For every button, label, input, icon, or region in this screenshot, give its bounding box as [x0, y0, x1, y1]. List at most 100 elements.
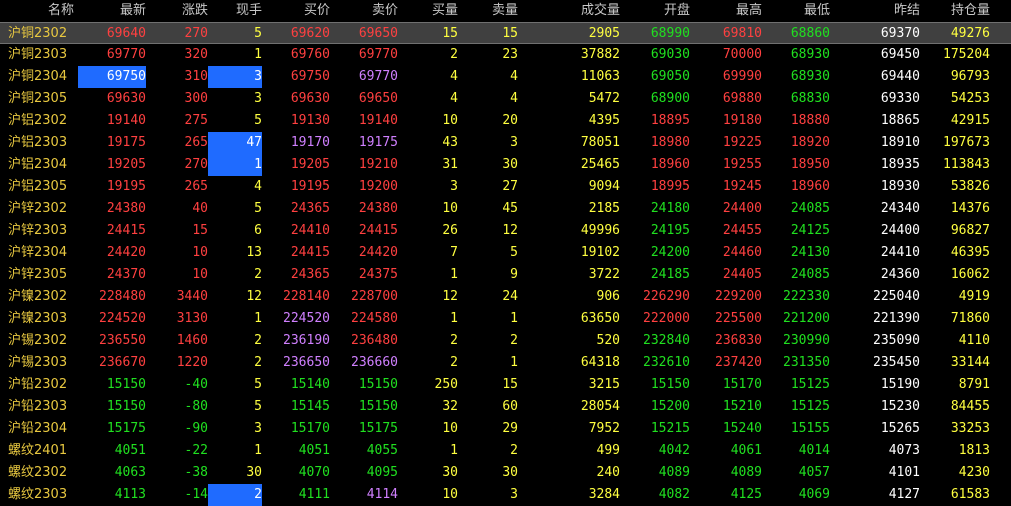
cell-bid: 236190 — [283, 333, 330, 348]
cell-lastvol: 5 — [254, 377, 262, 392]
cell-low: 15125 — [790, 377, 830, 392]
cell-presettle: 18910 — [880, 135, 920, 150]
col-header-open[interactable]: 开盘 — [620, 0, 690, 22]
cell-presettle: 15265 — [880, 421, 920, 436]
cell-low: 4014 — [798, 443, 830, 458]
col-header-last[interactable]: 最新 — [78, 0, 146, 22]
col-header-bid[interactable]: 买价 — [262, 0, 330, 22]
table-row[interactable]: 沪铜2302 69640 270 5 69620 69650 15 15 2905 68990 69… — [0, 22, 1011, 44]
cell-openinterest: 14376 — [950, 201, 990, 216]
cell-change: -90 — [184, 421, 208, 436]
cell-last: 24420 — [106, 245, 146, 260]
cell-ask: 15175 — [358, 421, 398, 436]
cell-bid: 24410 — [290, 223, 330, 238]
table-row[interactable]: 螺纹2303 4113 -14 2 4111 4114 10 3 3284 4082 4125 406… — [0, 484, 1011, 506]
table-row[interactable]: 沪锌2302 24380 40 5 24365 24380 10 45 2185 24180 244… — [0, 198, 1011, 220]
cell-high: 24460 — [722, 245, 762, 260]
col-header-presettle[interactable]: 昨结 — [830, 0, 920, 22]
quote-table: 名称 最新 涨跌 现手 买价 卖价 买量 卖量 成交量 开盘 最高 最低 昨结 … — [0, 0, 1011, 506]
col-header-low[interactable]: 最低 — [762, 0, 830, 22]
table-row[interactable]: 沪铝2305 19195 265 4 19195 19200 3 27 9094 18995 192… — [0, 176, 1011, 198]
cell-bid: 24365 — [290, 267, 330, 282]
table-row[interactable]: 沪锌2305 24370 10 2 24365 24375 1 9 3722 24185 24405… — [0, 264, 1011, 286]
table-row[interactable]: 沪铅2304 15175 -90 3 15170 15175 10 29 7952 15215 15… — [0, 418, 1011, 440]
cell-low: 68860 — [790, 26, 830, 41]
cell-bid: 236650 — [283, 355, 330, 370]
cell-askqty: 4 — [510, 69, 518, 84]
table-row[interactable]: 沪锡2302 236550 1460 2 236190 236480 2 2 520 232840… — [0, 330, 1011, 352]
table-row[interactable]: 沪锡2303 236670 1220 2 236650 236660 2 1 64318 2326… — [0, 352, 1011, 374]
table-row[interactable]: 沪铝2302 19140 275 5 19130 19140 10 20 4395 18895 19… — [0, 110, 1011, 132]
cell-presettle: 18930 — [880, 179, 920, 194]
cell-high: 24455 — [722, 223, 762, 238]
table-row[interactable]: 沪铜2305 69630 300 3 69630 69650 4 4 5472 68900 6988… — [0, 88, 1011, 110]
col-header-lastvol[interactable]: 现手 — [208, 0, 262, 22]
cell-volume: 520 — [596, 333, 620, 348]
cell-change: 1460 — [176, 333, 208, 348]
cell-name: 沪锡2303 — [8, 355, 68, 370]
table-row[interactable]: 沪镍2302 228480 3440 12 228140 228700 12 24 906 226… — [0, 286, 1011, 308]
cell-presettle: 18935 — [880, 157, 920, 172]
cell-volume: 78051 — [580, 135, 620, 150]
cell-bidqty: 1 — [450, 443, 458, 458]
cell-openinterest: 96793 — [950, 69, 990, 84]
cell-lastvol: 3 — [208, 66, 262, 88]
cell-bidqty: 2 — [450, 47, 458, 62]
cell-openinterest: 54253 — [950, 91, 990, 106]
col-header-bidqty[interactable]: 买量 — [398, 0, 458, 22]
cell-bid: 24415 — [290, 245, 330, 260]
col-header-volume[interactable]: 成交量 — [518, 0, 620, 22]
cell-bid: 19130 — [290, 113, 330, 128]
table-row[interactable]: 沪铅2303 15150 -80 5 15145 15150 32 60 28054 15200 1… — [0, 396, 1011, 418]
cell-open: 24200 — [650, 245, 690, 260]
cell-name: 沪铝2302 — [8, 113, 68, 128]
cell-askqty: 20 — [502, 113, 518, 128]
cell-high: 69880 — [722, 91, 762, 106]
cell-high: 4125 — [730, 487, 762, 502]
cell-name: 沪铝2303 — [8, 135, 68, 150]
cell-low: 230990 — [783, 333, 830, 348]
cell-ask: 15150 — [358, 399, 398, 414]
cell-lastvol: 6 — [254, 223, 262, 238]
cell-bidqty: 43 — [442, 135, 458, 150]
table-row[interactable]: 沪镍2303 224520 3130 1 224520 224580 1 1 63650 2220… — [0, 308, 1011, 330]
cell-high: 4089 — [730, 465, 762, 480]
cell-ask: 4114 — [366, 487, 398, 502]
cell-askqty: 1 — [510, 311, 518, 326]
col-header-ask[interactable]: 卖价 — [330, 0, 398, 22]
cell-lastvol: 2 — [208, 484, 262, 506]
cell-open: 226290 — [643, 289, 690, 304]
table-row[interactable]: 螺纹2302 4063 -38 30 4070 4095 30 30 240 4089 4089 40… — [0, 462, 1011, 484]
cell-change: -80 — [184, 399, 208, 414]
cell-high: 15210 — [722, 399, 762, 414]
cell-high: 24400 — [722, 201, 762, 216]
cell-volume: 11063 — [580, 69, 620, 84]
col-header-change[interactable]: 涨跌 — [146, 0, 208, 22]
cell-volume: 9094 — [588, 179, 620, 194]
cell-name: 沪铝2304 — [8, 157, 68, 172]
col-header-high[interactable]: 最高 — [690, 0, 762, 22]
cell-high: 4061 — [730, 443, 762, 458]
table-row[interactable]: 沪锌2304 24420 10 13 24415 24420 7 5 19102 24200 244… — [0, 242, 1011, 264]
cell-volume: 4395 — [588, 113, 620, 128]
col-header-name[interactable]: 名称 — [8, 0, 74, 22]
table-row[interactable]: 沪铝2303 19175 265 47 19170 19175 43 3 78051 18980 1… — [0, 132, 1011, 154]
cell-bid: 69620 — [290, 26, 330, 41]
cell-bidqty: 2 — [450, 333, 458, 348]
table-row[interactable]: 螺纹2401 4051 -22 1 4051 4055 1 2 499 4042 4061 4014 4… — [0, 440, 1011, 462]
table-row[interactable]: 沪铜2303 69770 320 1 69760 69770 2 23 37882 69030 70… — [0, 44, 1011, 66]
table-row[interactable]: 沪铜2304 69750 310 3 69750 69770 4 4 11063 69050 699… — [0, 66, 1011, 88]
col-header-openinterest[interactable]: 持仓量 — [920, 0, 990, 22]
cell-openinterest: 1813 — [958, 443, 990, 458]
table-row[interactable]: 沪铅2302 15150 -40 5 15140 15150 250 15 3215 15150 1… — [0, 374, 1011, 396]
cell-last: 19205 — [106, 157, 146, 172]
cell-open: 68990 — [650, 26, 690, 41]
cell-ask: 19200 — [358, 179, 398, 194]
col-header-askqty[interactable]: 卖量 — [458, 0, 518, 22]
cell-name: 沪铅2302 — [8, 377, 68, 392]
cell-low: 24130 — [790, 245, 830, 260]
cell-low: 15155 — [790, 421, 830, 436]
table-row[interactable]: 沪铝2304 19205 270 1 19205 19210 31 30 25465 18960 1… — [0, 154, 1011, 176]
cell-openinterest: 4110 — [958, 333, 990, 348]
table-row[interactable]: 沪锌2303 24415 15 6 24410 24415 26 12 49996 24195 24… — [0, 220, 1011, 242]
